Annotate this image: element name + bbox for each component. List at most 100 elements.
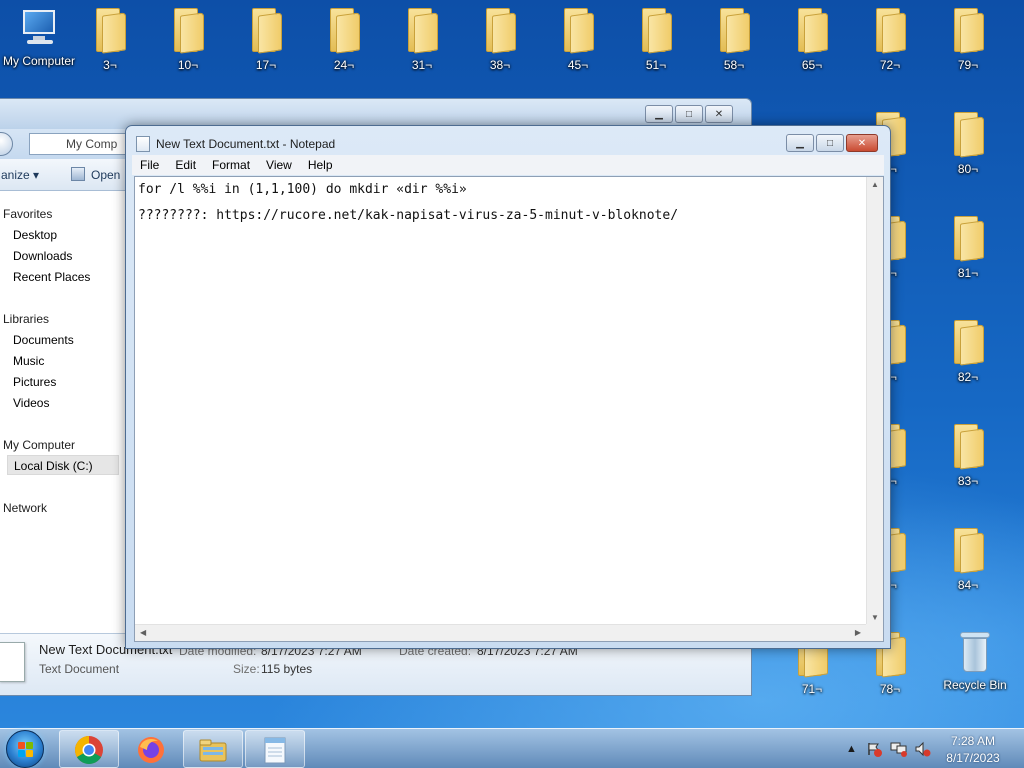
desktop-folder[interactable]: 38¬ (462, 8, 538, 72)
clock[interactable]: 7:28 AM 8/17/2023 (940, 733, 1006, 767)
desktop-icon-label: 81¬ (957, 266, 979, 280)
show-hidden-icons-icon[interactable]: ▲ (846, 743, 857, 755)
open-button[interactable]: Open (91, 168, 120, 182)
nav-desktop[interactable]: Desktop (13, 228, 57, 242)
desktop-folder[interactable]: 24¬ (306, 8, 382, 72)
navigation-pane: Favorites Desktop Downloads Recent Place… (0, 191, 125, 633)
folder-icon (796, 8, 828, 54)
editor-text[interactable]: for /l %%i in (1,1,100) do mkdir «dir %%… (138, 177, 866, 623)
text-editor[interactable]: for /l %%i in (1,1,100) do mkdir «dir %%… (134, 176, 884, 642)
nav-libraries[interactable]: Libraries (3, 312, 49, 326)
desktop-icon-label: 82¬ (957, 370, 979, 384)
notepad-icon (136, 136, 150, 152)
folder-icon (874, 8, 906, 54)
desktop-icon-label: 71¬ (801, 682, 823, 696)
taskbar-notepad[interactable] (245, 730, 305, 768)
desktop-folder[interactable]: 3¬ (72, 8, 148, 72)
scroll-down-icon[interactable]: ▼ (871, 613, 879, 622)
close-icon: ✕ (714, 108, 724, 120)
nav-favorites[interactable]: Favorites (3, 207, 52, 221)
nav-local-disk[interactable]: Local Disk (C:) (7, 455, 119, 475)
maximize-button[interactable]: □ (816, 134, 844, 152)
folder-icon (952, 424, 984, 470)
menu-edit[interactable]: Edit (167, 158, 204, 172)
scroll-right-icon[interactable]: ▶ (855, 628, 861, 637)
notepad-window: New Text Document.txt - Notepad ▁ □ ✕ Fi… (125, 125, 891, 649)
folder-icon (952, 528, 984, 574)
menu-view[interactable]: View (258, 158, 300, 172)
folder-icon (406, 8, 438, 54)
minimize-button[interactable]: ▁ (786, 134, 814, 152)
desktop-folder[interactable]: 80¬ (930, 112, 1006, 176)
nav-my-computer[interactable]: My Computer (3, 438, 75, 452)
computer-icon (19, 8, 59, 48)
folder-icon (640, 8, 672, 54)
nav-documents[interactable]: Documents (13, 333, 74, 347)
desktop-icon-label: 84¬ (957, 578, 979, 592)
nav-videos[interactable]: Videos (13, 396, 49, 410)
desktop-folder[interactable]: 83¬ (930, 424, 1006, 488)
desktop-folder[interactable]: 58¬ (696, 8, 772, 72)
desktop-icon-label: 79¬ (957, 58, 979, 72)
desktop-folder[interactable]: 51¬ (618, 8, 694, 72)
back-button[interactable] (0, 132, 13, 156)
desktop-folder[interactable]: 72¬ (852, 8, 928, 72)
firefox-icon (138, 737, 164, 763)
file-explorer-icon (199, 739, 227, 762)
nav-network[interactable]: Network (3, 501, 47, 515)
desktop-folder[interactable]: 81¬ (930, 216, 1006, 280)
organize-button[interactable]: anize ▾ (1, 168, 39, 182)
nav-pictures[interactable]: Pictures (13, 375, 56, 389)
window-title: New Text Document.txt - Notepad (156, 137, 336, 151)
horizontal-scrollbar[interactable]: ◀ ▶ (135, 624, 866, 641)
desktop-folder[interactable]: 45¬ (540, 8, 616, 72)
text-document-icon (0, 642, 25, 682)
desktop-icon-label: 72¬ (879, 58, 901, 72)
taskbar-firefox[interactable] (121, 730, 181, 768)
volume-muted-icon[interactable] (914, 741, 932, 757)
vertical-scrollbar[interactable]: ▲ ▼ (866, 177, 883, 625)
desktop-icon-label: 80¬ (957, 162, 979, 176)
action-center-flag-icon[interactable] (866, 741, 882, 757)
desktop-icon-my-computer[interactable]: My Computer (1, 8, 77, 68)
desktop-folder[interactable]: 10¬ (150, 8, 226, 72)
minimize-button[interactable]: ▁ (645, 105, 673, 123)
taskbar-file-explorer[interactable] (183, 730, 243, 768)
menu-format[interactable]: Format (204, 158, 258, 172)
desktop-icon-recycle-bin[interactable]: Recycle Bin (937, 632, 1013, 692)
desktop-icon-label: 17¬ (255, 58, 277, 72)
address-input[interactable]: My Comp (29, 133, 129, 155)
desktop-folder[interactable]: 84¬ (930, 528, 1006, 592)
desktop-folder[interactable]: 31¬ (384, 8, 460, 72)
desktop-folder[interactable]: 17¬ (228, 8, 304, 72)
desktop-icon-label: Recycle Bin (943, 678, 1007, 692)
resize-grip[interactable] (866, 624, 883, 641)
menu-file[interactable]: File (132, 158, 167, 172)
start-button[interactable] (6, 730, 44, 768)
folder-icon (952, 8, 984, 54)
desktop-icon-label: 58¬ (723, 58, 745, 72)
scroll-left-icon[interactable]: ◀ (140, 628, 146, 637)
taskbar-chrome[interactable] (59, 730, 119, 768)
desktop-icon-label: My Computer (2, 54, 76, 68)
menu-bar: File Edit Format View Help (132, 155, 884, 175)
nav-downloads[interactable]: Downloads (13, 249, 72, 263)
desktop: My Computer 3¬ 10¬ 17¬ 24¬ 31¬ 38¬ 45¬ 5… (0, 0, 1024, 728)
maximize-button[interactable]: □ (675, 105, 703, 123)
close-button[interactable]: ✕ (846, 134, 878, 152)
desktop-folder[interactable]: 79¬ (930, 8, 1006, 72)
close-button[interactable]: ✕ (705, 105, 733, 123)
nav-recent-places[interactable]: Recent Places (13, 270, 90, 284)
network-icon[interactable] (890, 741, 908, 757)
chrome-icon (75, 736, 103, 764)
minimize-icon: ▁ (655, 108, 663, 120)
folder-icon (172, 8, 204, 54)
scroll-up-icon[interactable]: ▲ (871, 180, 879, 189)
maximize-icon: □ (685, 108, 693, 120)
menu-help[interactable]: Help (300, 158, 341, 172)
folder-icon (952, 216, 984, 262)
desktop-folder[interactable]: 65¬ (774, 8, 850, 72)
nav-music[interactable]: Music (13, 354, 44, 368)
desktop-icon-label: 31¬ (411, 58, 433, 72)
desktop-folder[interactable]: 82¬ (930, 320, 1006, 384)
